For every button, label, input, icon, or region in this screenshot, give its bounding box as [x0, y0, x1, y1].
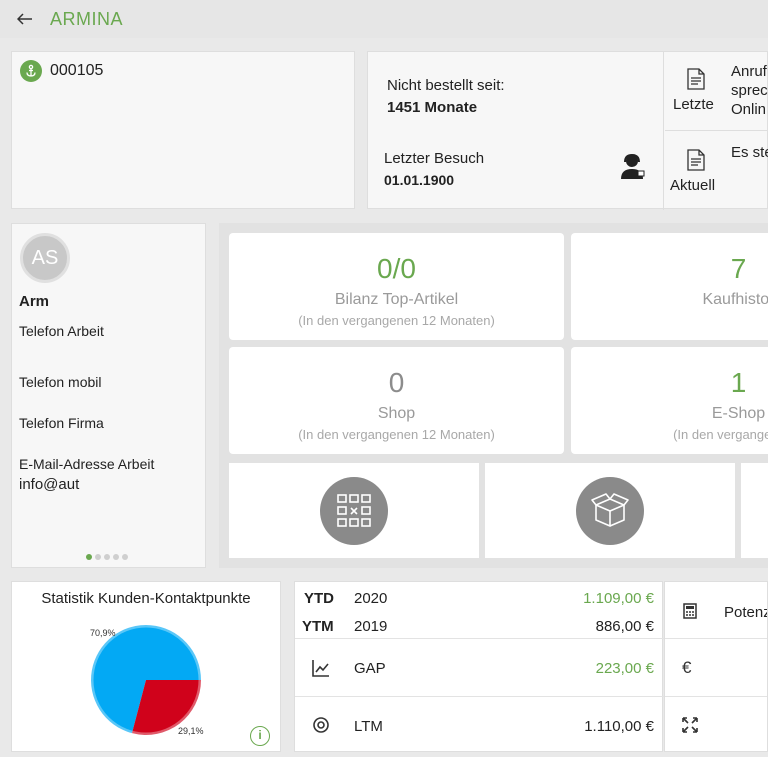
- statistics-panel: Statistik Kunden-Kontaktpunkte 70,9% 29,…: [11, 581, 281, 752]
- grid-calculator-icon: [320, 477, 388, 545]
- page-dot[interactable]: [122, 554, 128, 560]
- current-document-label: Aktuell: [670, 177, 716, 194]
- work-email-value[interactable]: info@aut: [19, 476, 79, 493]
- kpi-value: 0/0: [377, 253, 416, 284]
- ytd-year: 2020: [354, 590, 388, 607]
- pie-label-red: 29,1%: [178, 726, 204, 736]
- work-email-label: E-Mail-Adresse Arbeit: [19, 456, 155, 472]
- ytd-ytm-row: YTD 2020 1.109,00 € YTM 2019 886,00 €: [295, 582, 664, 639]
- ytm-year: 2019: [354, 618, 388, 635]
- sales-rep-icon[interactable]: [618, 152, 646, 180]
- kpi-title: Kaufhistor: [702, 291, 768, 308]
- line-chart-icon: [312, 660, 329, 677]
- current-document-text: Es ste: [731, 144, 768, 161]
- last-document-text: Anruf sprec Onlin: [731, 63, 768, 118]
- not-ordered-label: Nicht bestellt seit:: [387, 77, 505, 94]
- pie-label-blue: 70,9%: [90, 628, 116, 638]
- kpi-tile-purchase-history[interactable]: 7 Kaufhistor: [571, 233, 768, 340]
- ytd-key: YTD: [304, 590, 334, 607]
- kpi-subtitle: (In den vergangenen 12 Monaten): [298, 427, 495, 442]
- potential-panel: Potenz €: [664, 581, 768, 752]
- kpi-tile-top-articles[interactable]: 0/0 Bilanz Top-Artikel (In den vergangen…: [229, 233, 564, 340]
- ytm-key: YTM: [302, 618, 334, 635]
- euro-icon: €: [682, 658, 692, 677]
- last-document-row[interactable]: Letzte Anruf sprec Onlin: [665, 52, 768, 131]
- page-dot[interactable]: [104, 554, 110, 560]
- company-phone-label: Telefon Firma: [19, 415, 104, 431]
- customer-panel: 000105: [11, 51, 355, 209]
- page-dot[interactable]: [86, 554, 92, 560]
- kpi-title: E-Shop: [711, 405, 766, 422]
- kpi-value: 7: [730, 253, 747, 284]
- last-visit-label: Letzter Besuch: [384, 150, 485, 167]
- last-document-label: Letzte: [673, 96, 714, 113]
- page-dot[interactable]: [95, 554, 101, 560]
- page-indicator[interactable]: [86, 554, 128, 560]
- kpi-value: 0: [388, 367, 405, 398]
- calculator-icon: [683, 603, 697, 619]
- euro-row[interactable]: €: [665, 639, 767, 697]
- anchor-icon: [20, 60, 42, 82]
- app-title: ARMINA: [50, 8, 124, 29]
- work-phone-label: Telefon Arbeit: [19, 323, 104, 339]
- gap-row: GAP 223,00 €: [295, 639, 664, 697]
- product-action-tile[interactable]: [485, 463, 735, 558]
- more-action-tile[interactable]: [741, 463, 768, 558]
- document-icon: [687, 68, 705, 90]
- kpi-subtitle: (In den vergangenen 1: [673, 427, 768, 442]
- order-panel: Nicht bestellt seit: 1451 Monate Letzter…: [367, 51, 768, 210]
- kpi-value: 1: [730, 367, 747, 398]
- kpi-subtitle: (In den vergangenen 12 Monaten): [298, 313, 495, 328]
- financials-panel: YTD 2020 1.109,00 € YTM 2019 886,00 € GA…: [294, 581, 664, 753]
- calculator-action-tile[interactable]: [229, 463, 479, 558]
- ytm-amount: 886,00 €: [595, 618, 654, 635]
- target-icon: [313, 717, 329, 733]
- document-icon: [687, 149, 705, 171]
- mobile-phone-label: Telefon mobil: [19, 374, 102, 390]
- ltm-row: LTM 1.110,00 €: [295, 697, 664, 753]
- last-visit-value: 01.01.1900: [384, 172, 455, 188]
- potential-label: Potenz: [724, 604, 768, 621]
- statistics-title: Statistik Kunden-Kontaktpunkte: [41, 590, 251, 607]
- expand-icon: [682, 717, 698, 733]
- kpi-tile-shop[interactable]: 0 Shop (In den vergangenen 12 Monaten): [229, 347, 564, 454]
- gap-label: GAP: [354, 660, 386, 677]
- kpi-title: Shop: [377, 405, 416, 422]
- not-ordered-value: 1451 Monate: [387, 99, 478, 116]
- expand-row[interactable]: [665, 697, 767, 751]
- potential-row[interactable]: Potenz: [665, 582, 768, 639]
- info-icon[interactable]: i: [250, 726, 270, 746]
- ltm-label: LTM: [354, 718, 383, 735]
- contact-name: Arm: [19, 293, 50, 310]
- contact-panel[interactable]: AS Arm Telefon Arbeit Telefon mobil Tele…: [11, 223, 206, 568]
- customer-number: 000105: [50, 62, 104, 79]
- current-document-row[interactable]: Aktuell Es ste: [665, 131, 768, 210]
- open-box-icon: [576, 477, 644, 545]
- page-dot[interactable]: [113, 554, 119, 560]
- kpi-tile-eshop[interactable]: 1 E-Shop (In den vergangenen 1: [571, 347, 768, 454]
- back-button[interactable]: [0, 0, 50, 38]
- contact-points-pie-chart: [90, 624, 202, 736]
- kpi-title: Bilanz Top-Artikel: [334, 291, 459, 308]
- avatar: AS: [20, 233, 70, 283]
- title-bar: ARMINA: [0, 0, 768, 38]
- ytd-amount: 1.109,00 €: [583, 590, 654, 607]
- gap-amount: 223,00 €: [595, 660, 654, 677]
- kpi-area: 0/0 Bilanz Top-Artikel (In den vergangen…: [219, 223, 768, 568]
- back-arrow-icon: [17, 13, 32, 25]
- ltm-amount: 1.110,00 €: [584, 718, 654, 735]
